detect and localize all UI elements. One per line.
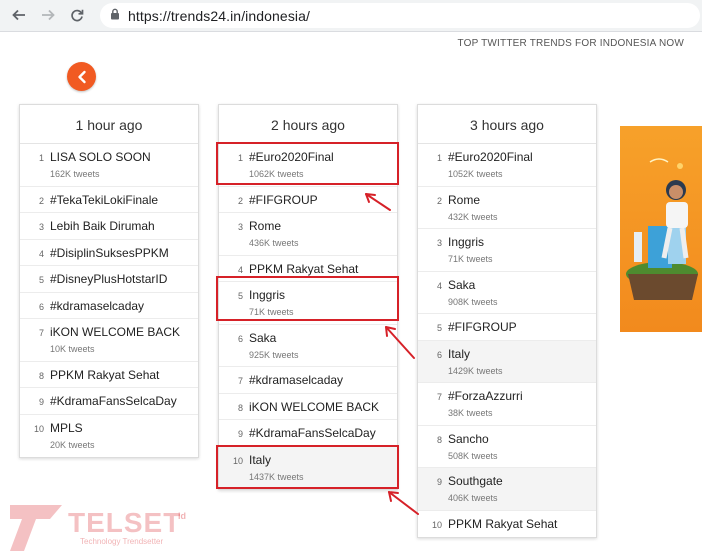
watermark-suffix: id	[178, 511, 186, 521]
telset-watermark: TELSET id Technology Trendsetter	[6, 497, 206, 553]
watermark-brand: TELSET	[68, 507, 182, 538]
watermark-tagline: Technology Trendsetter	[80, 537, 164, 546]
telset-logo-icon	[10, 505, 62, 551]
annotation-arrows	[365, 193, 419, 515]
